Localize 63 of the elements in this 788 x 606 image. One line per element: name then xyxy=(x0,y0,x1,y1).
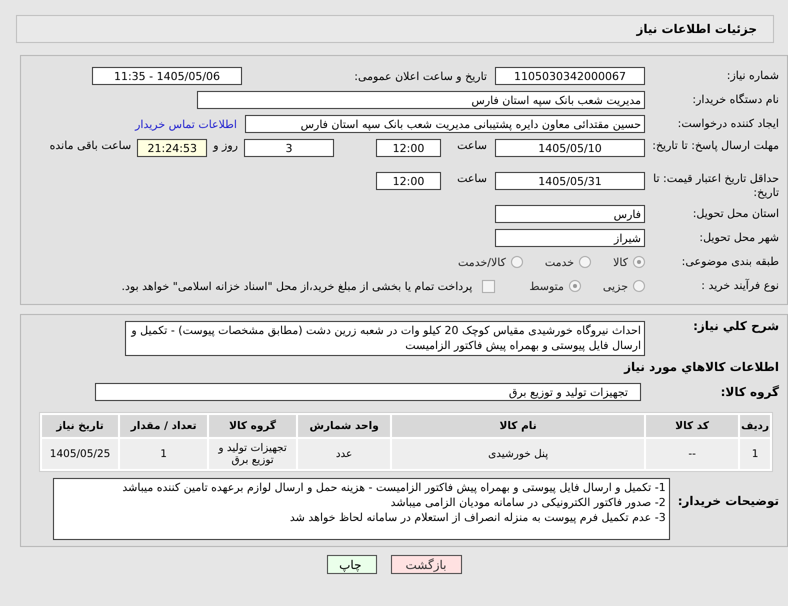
table-cell: 1 xyxy=(740,439,770,469)
radio-icon[interactable] xyxy=(633,280,645,292)
table-cell: تجهیزات تولید و توزیع برق xyxy=(209,439,296,469)
notes-textarea[interactable]: 1- تکمیل و ارسال فایل پیوستی و بهمراه پیش فاکتور الزامیست - هزینه حمل و ارسال لوازم برعهده تامین کننده میباشد 2- صدور فاکتور الکترونیکی در سامانه مودیان الزامی میباشد 3- عدم تکمیل فرم پیوست به منزله انصراف از استعلام در سامانه لحاظ خواهد شد xyxy=(52,478,670,540)
field-label: ایجاد کننده درخواست: xyxy=(676,117,780,131)
field-label: شماره نیاز: xyxy=(726,69,780,83)
radio-icon[interactable] xyxy=(568,280,581,292)
column-header: ردیف xyxy=(740,415,770,437)
days-label: روز و xyxy=(213,139,238,152)
field-label: تاریخ و ساعت اعلان عمومی: xyxy=(353,70,487,82)
page-title: جزئیات اطلاعات نیاز xyxy=(636,22,757,36)
province-field: فارس xyxy=(495,205,645,223)
radio-option[interactable]: خدمت xyxy=(544,256,592,268)
radio-icon[interactable] xyxy=(633,256,645,268)
radio-option[interactable]: جزیی xyxy=(602,280,645,292)
column-header: واحد شمارش xyxy=(298,415,390,437)
table-cell: 1 xyxy=(120,439,208,469)
column-header: نام کالا xyxy=(392,415,644,437)
table-cell: -- xyxy=(646,439,738,469)
buyer-org-field: مدیریت شعب بانک سپه استان فارس xyxy=(197,91,645,109)
action-button[interactable]: چاپ xyxy=(326,555,376,574)
radio-option[interactable]: کالا xyxy=(613,256,645,268)
field-label: توضیحات خریدار: xyxy=(678,494,780,508)
need-number-field: 1105030342000067 xyxy=(495,67,645,85)
radio-icon[interactable] xyxy=(579,256,592,268)
table-cell: پنل خورشیدی xyxy=(392,439,644,469)
description-textarea[interactable]: احداث نیروگاه خورشیدی مقیاس کوچک 20 کیلو وات در شعبه زرین دشت (مطابق مشخصات پیوست) - تکمیل و ارسال فایل پیوستی و بهمراه پیش فاکتور الزامیست xyxy=(125,321,645,356)
checkbox[interactable] xyxy=(482,280,496,292)
time-field: 12:00 xyxy=(376,172,441,190)
radio-option[interactable]: کالا/خدمت xyxy=(458,256,523,268)
requester-field: حسین مقتدائی معاون دایره پشتیبانی مدیریت شعب بانک سپه استان فارس xyxy=(245,115,645,133)
goods-group-field: تجهیزات تولید و توزیع برق xyxy=(95,383,641,401)
table-cell: 1405/05/25 xyxy=(42,439,118,469)
column-header: کد کالا xyxy=(646,415,738,437)
date-field: 1405/05/10 xyxy=(495,139,645,157)
announce-date-field: 1405/05/06 - 11:35 xyxy=(92,67,242,85)
action-button[interactable]: بازگشت xyxy=(390,555,462,574)
section-title: اطلاعات کالاهاي مورد نياز xyxy=(622,359,780,376)
time-field: 12:00 xyxy=(376,139,441,157)
payment-note: پرداخت تمام یا بخشی از مبلغ خرید،از محل "اسناد خزانه اسلامی" خواهد بود. xyxy=(122,280,472,292)
radio-icon[interactable] xyxy=(510,256,523,268)
time-label: ساعت xyxy=(456,172,487,185)
field-label: شهر محل تحویل: xyxy=(698,231,780,245)
remaining-label: ساعت باقی مانده xyxy=(50,139,132,152)
remaining-time-field: 21:24:53 xyxy=(137,139,208,157)
field-label: حداقل تاریخ اعتبار قیمت: تا تاریخ: xyxy=(652,172,780,200)
field-label: گروه کالا: xyxy=(720,385,780,399)
column-header: تاریخ نیاز xyxy=(42,415,118,437)
days-field: 3 xyxy=(244,139,334,157)
time-label: ساعت xyxy=(456,139,487,152)
city-field: شیراز xyxy=(495,229,645,247)
date-field: 1405/05/31 xyxy=(495,172,645,190)
field-label: مهلت ارسال پاسخ: تا تاریخ: xyxy=(651,139,780,153)
field-label: نوع فرآیند خرید : xyxy=(700,279,780,293)
field-label: نام دستگاه خریدار: xyxy=(691,93,780,107)
field-label: شرح کلي نياز: xyxy=(692,319,780,333)
column-header: تعداد / مقدار xyxy=(120,415,208,437)
table-cell: عدد xyxy=(298,439,390,469)
contact-link[interactable]: اطلاعات تماس خریدار xyxy=(135,118,237,130)
radio-option[interactable]: متوسط xyxy=(529,280,581,292)
field-label: استان محل تحویل: xyxy=(692,207,780,221)
field-label: طبقه بندی موضوعی: xyxy=(680,255,780,269)
column-header: گروه کالا xyxy=(209,415,296,437)
